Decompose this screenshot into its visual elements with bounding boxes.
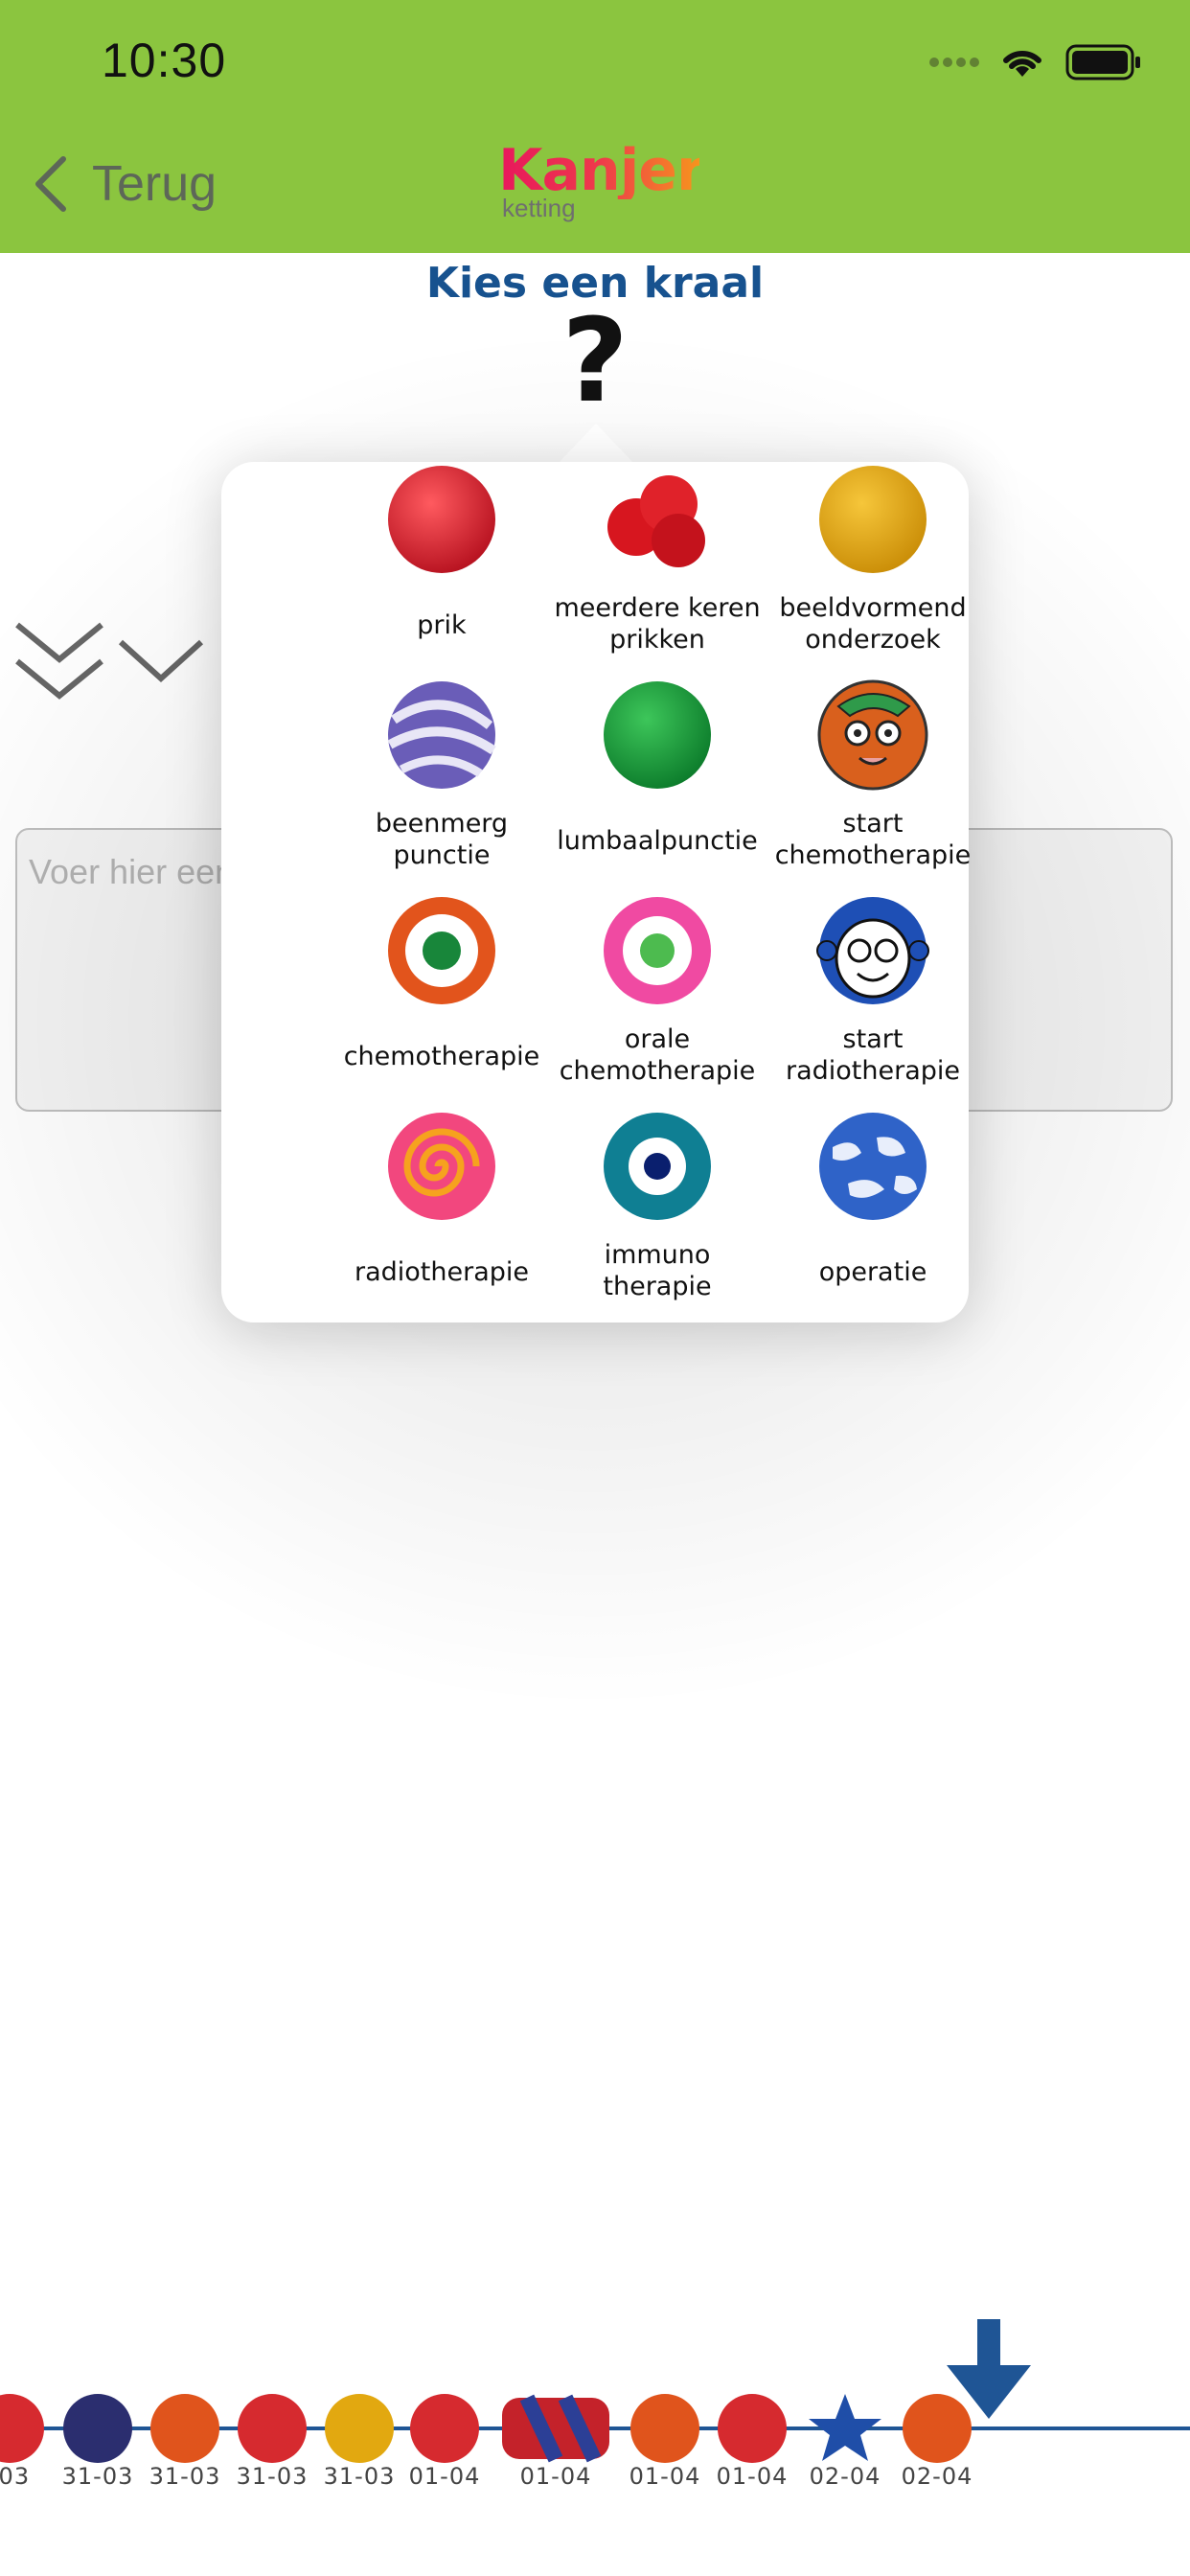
chevron-down-icon[interactable] [117,636,205,684]
timeline-bead[interactable] [627,2390,703,2467]
timeline-date: 01-04 [408,2463,481,2490]
bead-option-meerdere-keren-prikken[interactable]: meerdere keren prikken [550,462,765,673]
bead-option-radiotherapie[interactable]: radiotherapie [334,1109,549,1320]
nav-bar: 10:30 Terug Kanjer ketting [0,0,1190,253]
face-bead-icon [817,679,928,791]
back-button[interactable]: Terug [33,155,217,213]
timeline-bead[interactable] [321,2390,398,2467]
wifi-icon [1003,50,1041,77]
status-time: 10:30 [102,34,227,87]
bead-option-orale-chemotherapie[interactable]: orale chemotherapie [550,893,765,1104]
battery-icon [1065,44,1140,80]
timeline-bead[interactable] [59,2390,136,2467]
timeline-date: -03 [0,2463,31,2490]
timeline-date: 31-03 [149,2463,221,2490]
yellow-bead-icon [819,466,927,573]
timeline-date: 02-04 [809,2463,881,2490]
back-label: Terug [92,156,217,212]
swirl-bead-icon [387,681,496,789]
bead-option-chemotherapie[interactable]: chemotherapie [334,893,549,1104]
timeline-bead[interactable] [714,2390,790,2467]
timeline-bead[interactable] [0,2390,48,2467]
bead-option-lumbaalpunctie[interactable]: lumbaalpunctie [550,678,765,888]
bead-option-prik[interactable]: prik [334,462,549,673]
glasses-face-bead-icon [816,897,929,1004]
timeline-date: 01-04 [519,2463,592,2490]
pink-target-bead-icon [604,897,711,1004]
eye-bead-icon [604,1113,711,1220]
timeline-bead[interactable] [498,2390,613,2467]
selected-bead-placeholder[interactable]: ? [0,305,1190,420]
timeline-bead[interactable] [899,2390,975,2467]
bead-picker-popover: prik meerdere keren prikken beeldvormend… [221,462,971,1322]
bead-option-beenmerg-punctie[interactable]: beenmerg punctie [334,678,549,888]
timeline-date: 01-04 [716,2463,789,2490]
bead-option-start-radiotherapie[interactable]: start radiotherapie [766,893,980,1104]
timeline-date: 01-04 [629,2463,701,2490]
timeline-bead[interactable] [807,2390,883,2467]
status-icons [929,44,1142,80]
timeline-bead[interactable] [147,2390,223,2467]
kanjer-logo: Kanjer ketting [498,137,705,222]
camo-bead-icon [819,1113,927,1220]
timeline-date: 31-03 [61,2463,134,2490]
timeline-date: 31-03 [236,2463,309,2490]
green-bead-icon [604,681,711,789]
bead-option-operatie[interactable]: operatie [766,1109,980,1320]
cellular-signal-icon [929,58,979,67]
bead-timeline[interactable]: -03 31-03 31-03 31-03 31-03 01-04 01-04 01-04 01… [0,2319,1190,2511]
bead-option-beeldvormend-onderzoek[interactable]: beeldvormend onderzoek [766,462,980,673]
target-bead-icon [388,897,495,1004]
cluster-bead-icon [607,475,705,567]
timeline-date: 02-04 [901,2463,973,2490]
popover-arrow [558,424,634,464]
timeline-bead[interactable] [234,2390,310,2467]
spiral-bead-icon [388,1113,495,1220]
red-bead-icon [388,466,495,573]
bead-option-start-chemotherapie[interactable]: start chemotherapie [766,678,980,888]
bead-option-immuno-therapie[interactable]: immuno therapie [550,1109,765,1320]
timeline-bead[interactable] [406,2390,483,2467]
double-chevron-down-icon[interactable] [13,619,105,705]
chevron-left-icon [35,156,66,212]
timeline-date: 31-03 [323,2463,396,2490]
